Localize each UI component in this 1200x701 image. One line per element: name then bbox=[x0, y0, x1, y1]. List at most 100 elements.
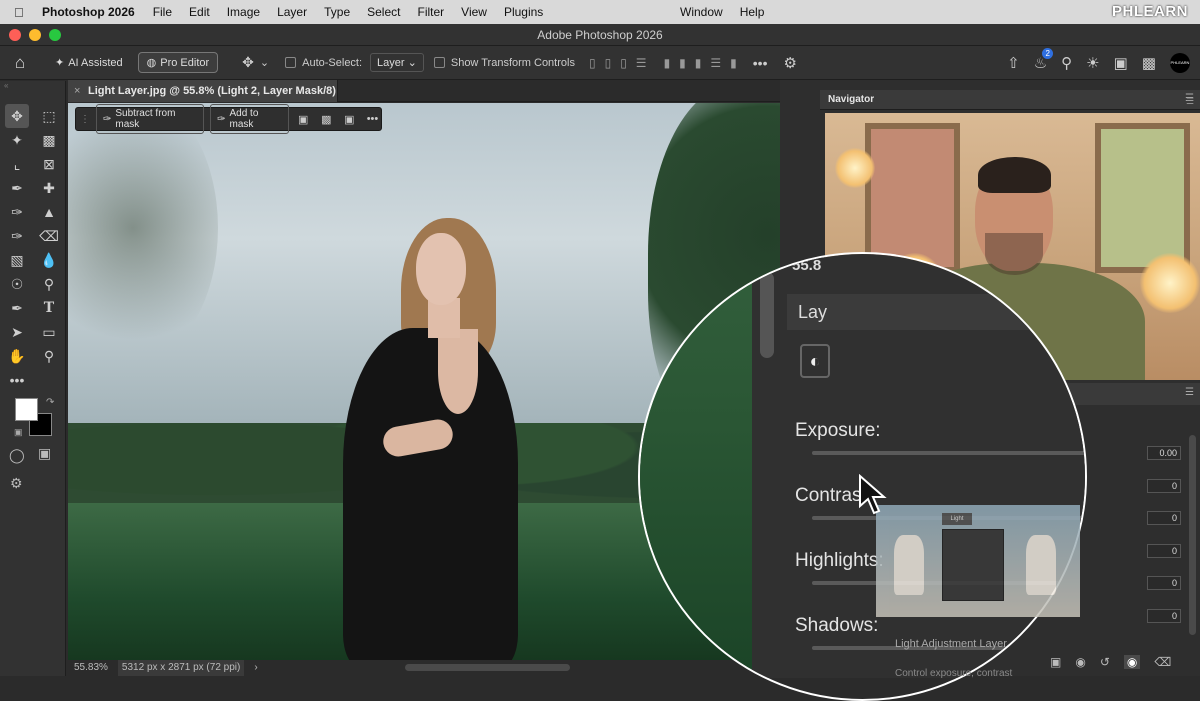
canvas-horizontal-scrollbar[interactable] bbox=[405, 664, 570, 671]
swap-colors-icon[interactable]: ↷ bbox=[46, 397, 54, 408]
menu-window[interactable]: Window bbox=[680, 5, 723, 19]
ai-assisted-button[interactable]: ✦ AI Assisted bbox=[46, 52, 132, 73]
contrast-value[interactable]: 0 bbox=[1147, 479, 1181, 493]
menu-select[interactable]: Select bbox=[367, 5, 400, 19]
show-transform-checkbox[interactable]: Show Transform Controls bbox=[433, 57, 575, 69]
chevron-right-icon[interactable]: › bbox=[254, 660, 257, 676]
align-center-icon[interactable]: ▯ bbox=[605, 56, 612, 70]
gear-icon[interactable]: ⚙ bbox=[783, 54, 796, 72]
history-brush-icon[interactable]: ✑ bbox=[5, 224, 29, 248]
navigator-title[interactable]: Navigator bbox=[828, 94, 874, 105]
zoom-window-button[interactable] bbox=[49, 29, 61, 41]
chevron-down-icon[interactable]: ⌄ bbox=[260, 56, 269, 69]
menu-file[interactable]: File bbox=[153, 5, 172, 19]
image-icon[interactable]: ▩ bbox=[1142, 54, 1156, 72]
close-window-button[interactable] bbox=[9, 29, 21, 41]
highlights-value[interactable]: 0 bbox=[1147, 544, 1181, 558]
quick-selection-tool-icon[interactable]: ✦ bbox=[5, 128, 29, 152]
shape-tool-icon[interactable]: ▭ bbox=[37, 320, 61, 344]
menu-help[interactable]: Help bbox=[740, 5, 765, 19]
object-selection-tool-icon[interactable]: ▩ bbox=[37, 128, 61, 152]
align-right-icon[interactable]: ▯ bbox=[620, 56, 627, 70]
healing-tool-icon[interactable]: ✚ bbox=[37, 176, 61, 200]
apple-icon[interactable]:  bbox=[14, 5, 30, 20]
notifications-icon[interactable]: ♨ 2 bbox=[1034, 48, 1054, 72]
menu-layer[interactable]: Layer bbox=[277, 5, 307, 19]
collapse-icon[interactable]: « bbox=[4, 81, 8, 90]
document-tab[interactable]: × Light Layer.jpg @ 55.8% (Light 2, Laye… bbox=[68, 80, 338, 119]
eraser-tool-icon[interactable]: ⌫ bbox=[37, 224, 61, 248]
gradient-tool-icon[interactable]: ▧ bbox=[5, 248, 29, 272]
blur-tool-icon[interactable]: 💧 bbox=[37, 248, 61, 272]
move-tool-icon[interactable]: ✥ bbox=[5, 104, 29, 128]
dodge-tool-icon[interactable]: ☉ bbox=[5, 272, 29, 296]
auto-select-checkbox[interactable]: Auto-Select: bbox=[285, 57, 362, 69]
close-tab-icon[interactable]: × bbox=[74, 80, 80, 102]
lightbulb-icon[interactable]: ☀ bbox=[1086, 54, 1099, 72]
shadows-value[interactable]: 0 bbox=[1147, 609, 1181, 623]
frame-tool-icon[interactable]: ⊠ bbox=[37, 152, 61, 176]
distribute-icon[interactable]: ☰ bbox=[636, 56, 647, 70]
menu-edit[interactable]: Edit bbox=[189, 5, 210, 19]
edit-toolbar-icon[interactable]: ⚙ bbox=[10, 475, 23, 492]
move-tool-icon[interactable]: ✥ bbox=[242, 54, 254, 71]
screen-mode-icon[interactable]: ▣ bbox=[38, 445, 51, 462]
clip-to-layer-icon[interactable]: ▣ bbox=[1050, 655, 1061, 669]
align-bottom-icon[interactable]: ▮ bbox=[695, 56, 702, 70]
extra-value[interactable]: 0 bbox=[1147, 511, 1181, 525]
minimize-window-button[interactable] bbox=[29, 29, 41, 41]
type-tool-icon[interactable]: T bbox=[37, 296, 61, 320]
avatar[interactable]: PHLEARN bbox=[1170, 53, 1190, 73]
visibility-icon[interactable]: ◉ bbox=[1123, 655, 1141, 669]
mask-refine-icon[interactable]: ▣ bbox=[341, 113, 358, 126]
zoom-tool-icon[interactable]: ⚲ bbox=[37, 344, 61, 368]
drag-handle-icon[interactable]: ⋮ bbox=[80, 114, 90, 125]
workspace-icon[interactable]: ▣ bbox=[1114, 54, 1128, 72]
zoom-level[interactable]: 55.83% bbox=[74, 660, 108, 676]
panel-menu-icon[interactable]: ☰ bbox=[1185, 387, 1194, 398]
search-icon[interactable]: ⚲ bbox=[1061, 54, 1072, 72]
pen-tool-icon[interactable]: ✒ bbox=[5, 296, 29, 320]
align-left-icon[interactable]: ▯ bbox=[589, 56, 596, 70]
menu-type[interactable]: Type bbox=[324, 5, 350, 19]
reset-icon[interactable]: ↺ bbox=[1100, 655, 1110, 669]
menu-plugins[interactable]: Plugins bbox=[504, 5, 543, 19]
more-options-icon[interactable]: ••• bbox=[364, 113, 381, 125]
exposure-value[interactable]: 0.00 bbox=[1147, 446, 1181, 460]
subtract-from-mask-button[interactable]: ✑ Subtract from mask bbox=[96, 104, 205, 134]
brush-tool-icon[interactable]: ✑ bbox=[5, 200, 29, 224]
align-middle-icon[interactable]: ▮ bbox=[679, 56, 686, 70]
light-adjustment-icon[interactable]: ◐ bbox=[800, 344, 830, 378]
align-top-icon[interactable]: ▮ bbox=[664, 56, 671, 70]
hand-tool-icon[interactable]: ✋ bbox=[5, 344, 29, 368]
more-options-icon[interactable]: ••• bbox=[753, 55, 768, 71]
exposure-slider[interactable] bbox=[812, 451, 1085, 455]
layer-select-dropdown[interactable]: Layer ⌄ bbox=[370, 53, 424, 72]
crop-tool-icon[interactable]: ⌞ bbox=[5, 152, 29, 176]
foreground-color-swatch[interactable] bbox=[15, 398, 38, 421]
properties-scrollbar[interactable] bbox=[1189, 435, 1196, 635]
view-previous-icon[interactable]: ◉ bbox=[1075, 655, 1085, 669]
menu-view[interactable]: View bbox=[461, 5, 487, 19]
panel-menu-icon[interactable]: ☰ bbox=[1186, 96, 1194, 107]
quick-mask-icon[interactable]: ◯ bbox=[9, 447, 25, 464]
invert-mask-icon[interactable]: ▩ bbox=[318, 113, 335, 126]
sponge-tool-icon[interactable]: ⚲ bbox=[37, 272, 61, 296]
eyedropper-tool-icon[interactable]: ✒ bbox=[5, 176, 29, 200]
extra-value[interactable]: 0 bbox=[1147, 576, 1181, 590]
menu-image[interactable]: Image bbox=[227, 5, 260, 19]
menu-filter[interactable]: Filter bbox=[417, 5, 444, 19]
more-tools-icon[interactable]: ••• bbox=[5, 368, 29, 392]
pro-editor-button[interactable]: ◍ Pro Editor bbox=[137, 52, 219, 73]
home-icon[interactable]: ⌂ bbox=[0, 53, 40, 73]
add-to-mask-button[interactable]: ✑ Add to mask bbox=[210, 104, 289, 134]
default-colors-icon[interactable]: ▣ bbox=[14, 427, 23, 438]
menu-app-name[interactable]: Photoshop 2026 bbox=[42, 5, 135, 19]
distribute-vertical-icon[interactable]: ☰ bbox=[710, 56, 721, 70]
stamp-tool-icon[interactable]: ▲ bbox=[37, 200, 61, 224]
share-icon[interactable]: ⇧ bbox=[1007, 54, 1020, 72]
mask-options-icon[interactable]: ▣ bbox=[295, 113, 312, 126]
trash-icon[interactable]: ⌫ bbox=[1154, 655, 1171, 669]
distribute-spacing-icon[interactable]: ▮ bbox=[730, 56, 737, 70]
path-selection-tool-icon[interactable]: ➤ bbox=[5, 320, 29, 344]
